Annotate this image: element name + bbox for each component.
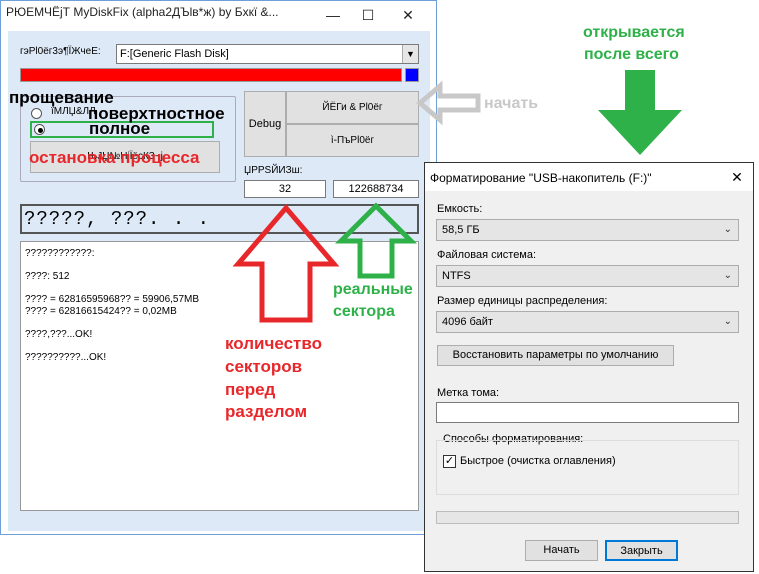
annotation-count-1: количество <box>225 334 322 353</box>
annotation-real-sectors-2: сектора <box>333 303 395 320</box>
green-up-arrow <box>334 202 418 279</box>
annotation-real-sectors-1: реальные <box>333 281 413 298</box>
annotation-start: начать <box>484 95 539 112</box>
annotation-count-4: разделом <box>225 402 308 421</box>
annotation-opens-after-2: после всего <box>584 46 679 63</box>
annotation-stop-process: остановка процесса <box>29 148 200 167</box>
annotation-opens-after-1: открывается <box>583 24 685 41</box>
green-down-arrow <box>598 70 682 155</box>
annotation-count-2: секторов <box>225 357 303 376</box>
gray-left-arrow <box>416 80 481 126</box>
annotation-full: полное <box>89 119 151 138</box>
red-up-arrow <box>232 204 340 323</box>
annotation-count-3: перед <box>225 380 276 399</box>
